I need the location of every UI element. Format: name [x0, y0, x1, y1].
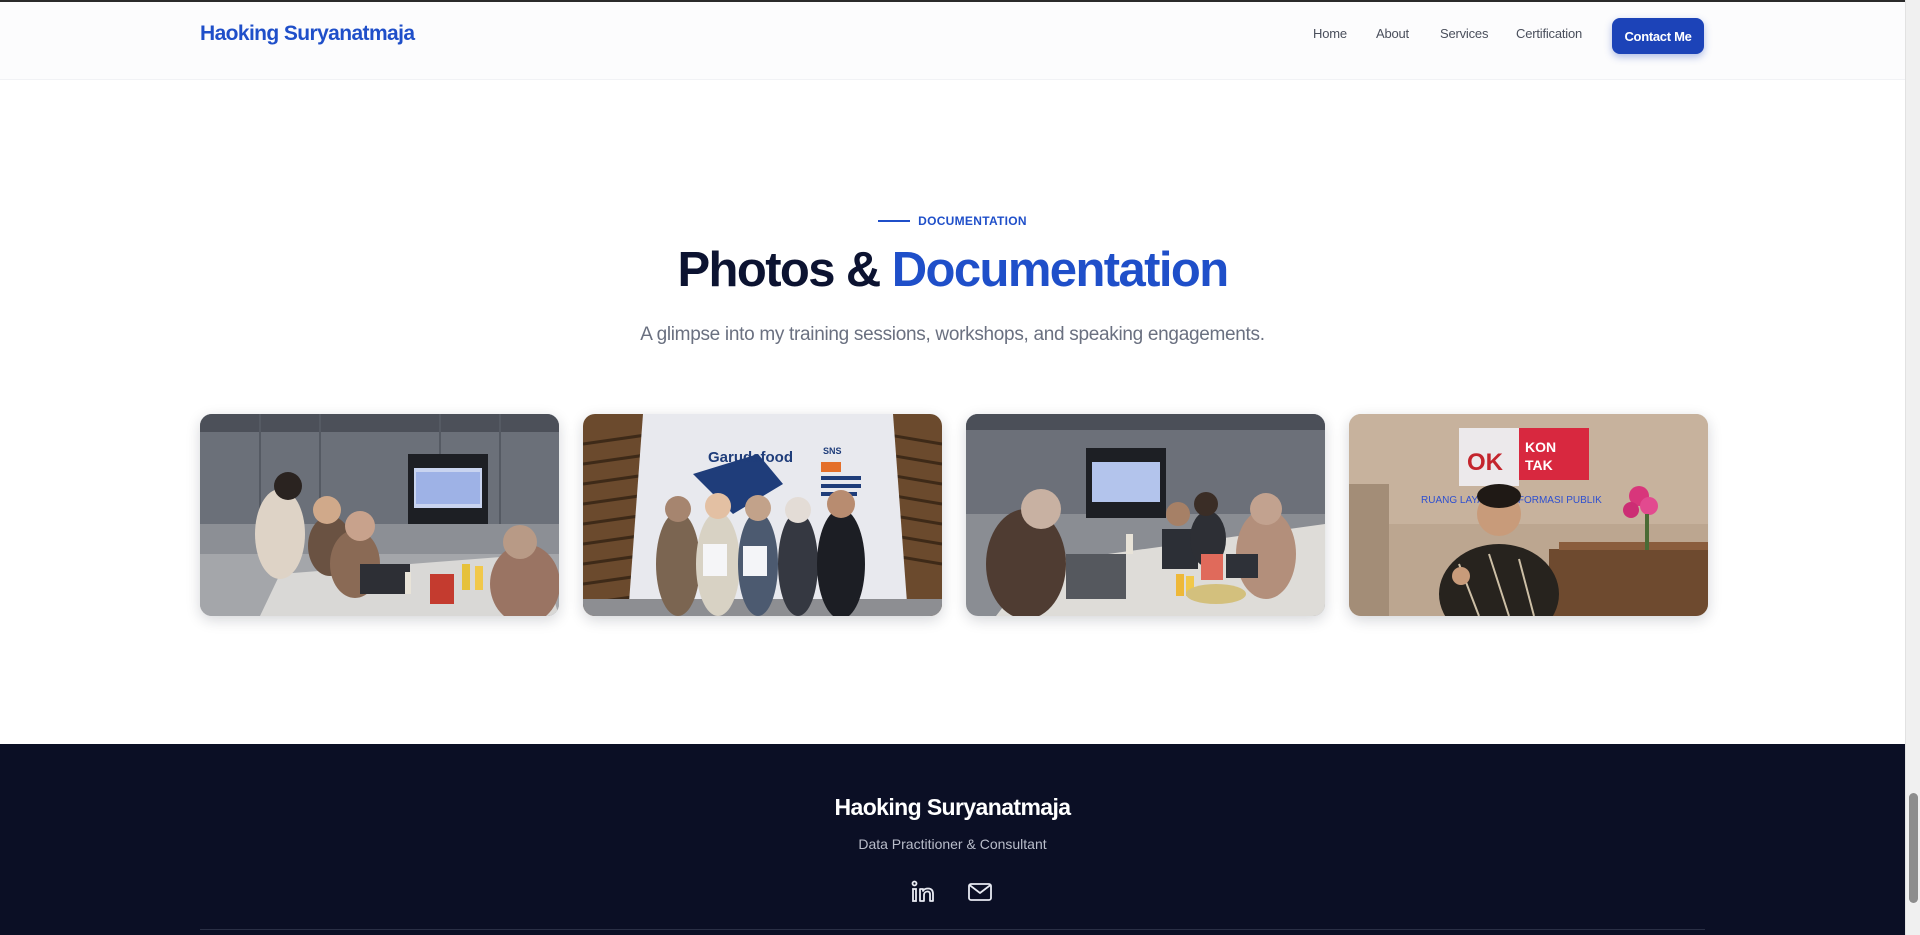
page-scrollbar[interactable]	[1905, 0, 1920, 935]
section-title-main: Photos &	[677, 243, 892, 297]
photo-gallery: Garudafood SNS OK KON TAK RUANG INFORMAS…	[200, 414, 1708, 616]
eyebrow-label: DOCUMENTATION	[918, 214, 1027, 228]
kontak-logo-text-2: TAK	[1525, 457, 1553, 473]
section-title-accent: Documentation	[891, 243, 1229, 297]
ok-logo-text: OK	[1467, 449, 1504, 476]
section-title: Photos & Documentation	[0, 242, 1905, 298]
footer-tagline: Data Practitioner & Consultant	[858, 836, 1047, 852]
linkedin-icon[interactable]	[910, 878, 938, 906]
footer-divider	[200, 929, 1705, 930]
photo-training-image	[200, 414, 559, 616]
photo-garudafood-image: Garudafood SNS	[583, 414, 942, 616]
scrollbar-thumb[interactable]	[1909, 793, 1918, 903]
garudafood-sign-text: SNS	[823, 446, 842, 456]
section-eyebrow: DOCUMENTATION	[0, 214, 1905, 228]
gallery-photo-training[interactable]	[200, 414, 559, 616]
nav-services[interactable]: Services	[1440, 26, 1488, 41]
navbar: Haoking Suryanatmaja Home About Services…	[0, 2, 1905, 80]
garudafood-banner-text: Garudafood	[708, 449, 793, 466]
photo-workshop-image	[966, 414, 1325, 616]
photo-portrait-image: OK KON TAK RUANG LAYANAN INFORMASI PUBLI…	[1349, 414, 1708, 616]
contact-me-button[interactable]: Contact Me	[1612, 18, 1704, 54]
eyebrow-line	[878, 219, 911, 222]
nav-about[interactable]: About	[1376, 26, 1409, 41]
gallery-photo-garudafood[interactable]: Garudafood SNS	[583, 414, 942, 616]
nav-certification[interactable]: Certification	[1516, 26, 1582, 41]
footer-name: Haoking Suryanatmaja	[834, 794, 1072, 820]
footer: Haoking Suryanatmaja Data Practitioner &…	[0, 744, 1905, 935]
kontak-logo-text-1: KON	[1525, 439, 1556, 455]
gallery-photo-portrait[interactable]: OK KON TAK RUANG LAYANAN INFORMASI PUBLI…	[1349, 414, 1708, 616]
social-links	[0, 878, 1905, 906]
nav-home[interactable]: Home	[1313, 26, 1347, 41]
gallery-photo-workshop[interactable]	[966, 414, 1325, 616]
mail-icon[interactable]	[966, 878, 994, 906]
section-subtitle: A glimpse into my training sessions, wor…	[640, 324, 1265, 345]
